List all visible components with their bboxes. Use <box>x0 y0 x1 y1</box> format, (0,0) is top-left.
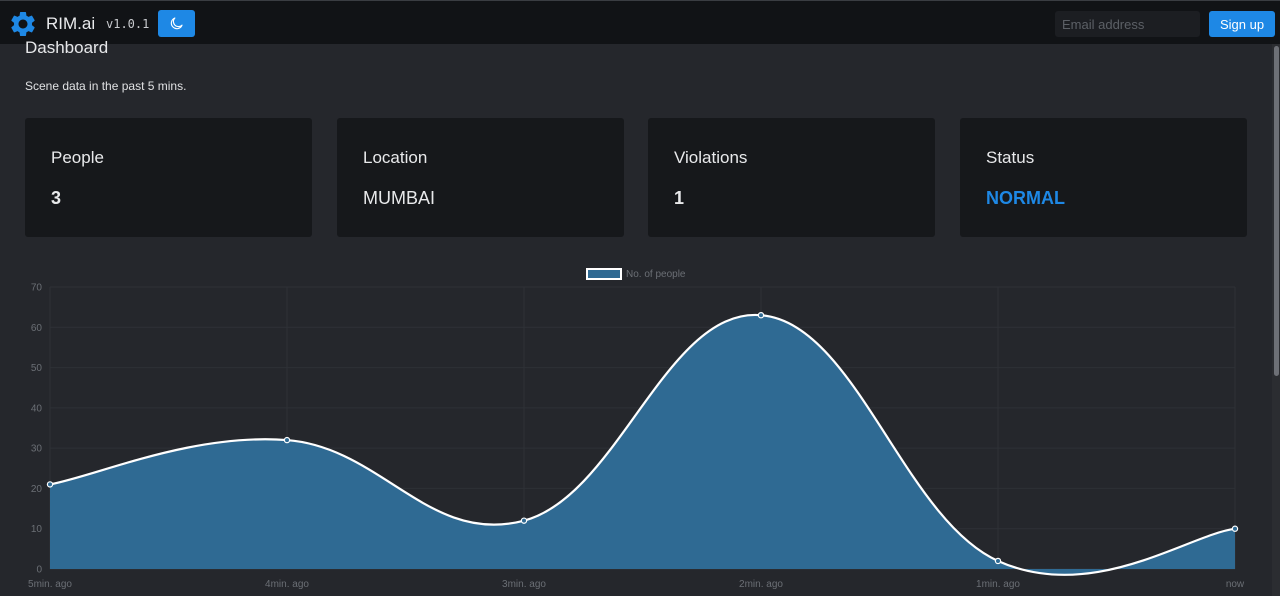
status-value: NORMAL <box>986 188 1065 208</box>
status-label: Status <box>986 148 1035 167</box>
gear-icon[interactable] <box>8 9 38 39</box>
people-label: People <box>51 148 104 167</box>
people-value: 3 <box>51 188 62 208</box>
data-point[interactable] <box>1231 525 1239 532</box>
x-axis-ticks: 5min. ago 4min. ago 3min. ago 2min. ago 1min… <box>28 579 1245 590</box>
location-value: MUMBAI <box>363 188 435 208</box>
series-area-fill <box>50 314 1235 575</box>
app-version: v1.0.1 <box>106 17 150 31</box>
y-tick-label: 60 <box>31 323 43 334</box>
violations-card: Violations 1 <box>648 118 935 237</box>
x-tick-label: 2min. ago <box>739 579 783 590</box>
location-card: Location MUMBAI <box>337 118 624 237</box>
people-card: People 3 <box>25 118 312 237</box>
x-tick-label: now <box>1226 579 1245 590</box>
legend-swatch[interactable] <box>586 268 622 280</box>
theme-toggle-button[interactable] <box>158 10 195 37</box>
brand-name[interactable]: RIM.ai <box>46 14 95 34</box>
y-tick-label: 20 <box>31 484 43 495</box>
data-point[interactable] <box>757 312 765 319</box>
chart-legend[interactable]: No. of people <box>586 268 686 280</box>
y-tick-label: 70 <box>31 283 43 294</box>
data-point[interactable] <box>520 517 528 524</box>
people-area-chart: 0 10 20 30 40 50 60 70 5min. ago 4min. ago 3min. … <box>28 268 1245 590</box>
x-tick-label: 5min. ago <box>28 579 72 590</box>
x-tick-label: 4min. ago <box>265 579 309 590</box>
y-tick-label: 30 <box>31 444 43 455</box>
violations-value: 1 <box>674 188 685 208</box>
y-axis-ticks: 0 10 20 30 40 50 60 70 <box>31 283 43 576</box>
data-point[interactable] <box>283 436 291 444</box>
legend-label[interactable]: No. of people <box>626 269 686 280</box>
signup-button[interactable]: Sign up <box>1209 11 1275 37</box>
y-tick-label: 10 <box>31 524 43 535</box>
x-tick-label: 3min. ago <box>502 579 546 590</box>
email-input[interactable] <box>1055 11 1200 37</box>
y-tick-label: 0 <box>36 565 42 576</box>
y-tick-label: 50 <box>31 363 43 374</box>
scrollbar-thumb[interactable] <box>1274 46 1279 376</box>
data-point[interactable] <box>994 557 1002 565</box>
page-subtitle: Scene data in the past 5 mins. <box>25 79 187 93</box>
moon-icon <box>170 17 183 30</box>
navbar: RIM.ai v1.0.1 Sign up <box>0 0 1280 44</box>
page-title: Dashboard <box>25 38 109 57</box>
violations-label: Violations <box>674 148 748 167</box>
x-tick-label: 1min. ago <box>976 579 1020 590</box>
location-label: Location <box>363 148 428 167</box>
data-point[interactable] <box>46 481 54 488</box>
y-tick-label: 40 <box>31 403 43 414</box>
status-card: Status NORMAL <box>960 118 1247 237</box>
